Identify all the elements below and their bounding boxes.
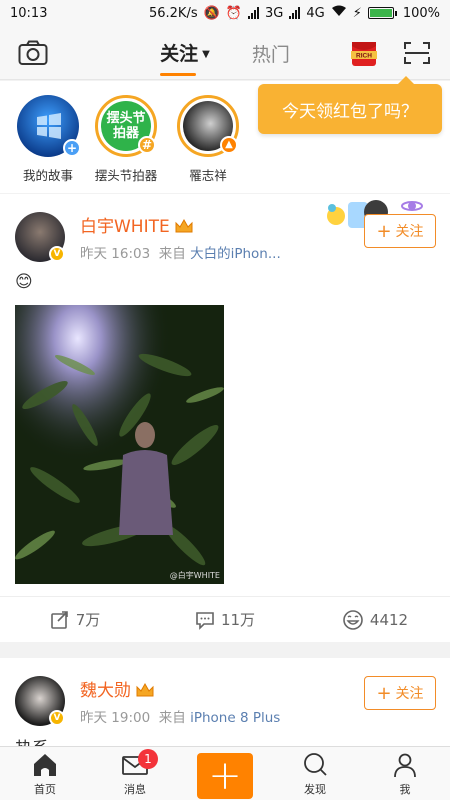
wifi-icon — [331, 5, 347, 21]
nav-discover[interactable]: 发现 — [270, 747, 360, 800]
avatar: + — [17, 95, 81, 157]
image-watermark: @白宇WHITE — [169, 571, 220, 580]
post-username[interactable]: 白宇WHITE — [80, 212, 194, 237]
profile-icon — [394, 753, 416, 778]
post-meta: 昨天 19:00 来自 iPhone 8 Plus — [80, 710, 281, 726]
avatar: 摆头节拍器 # — [95, 95, 157, 157]
plus-icon: + — [376, 682, 392, 704]
like-button[interactable]: 4412 — [300, 609, 450, 631]
bottom-nav: 首页 消息 1 + 发现 我 — [0, 746, 450, 800]
follow-button[interactable]: + 关注 — [364, 676, 436, 710]
red-envelope-tooltip[interactable]: 今天领红包了吗？ — [258, 76, 442, 134]
post-image[interactable]: @白宇WHITE — [15, 305, 224, 584]
signal-icon — [247, 7, 259, 19]
signal-icon — [289, 7, 301, 19]
message-badge: 1 — [138, 749, 158, 769]
laugh-icon — [343, 609, 363, 630]
add-story-badge: + — [63, 139, 81, 157]
post-actions: 7万 11万 4412 — [0, 596, 450, 642]
nav-messages[interactable]: 消息 1 — [90, 747, 180, 800]
repost-count: 7万 — [75, 611, 101, 629]
post-meta: 昨天 16:03 来自 大白的iPhon... — [80, 246, 281, 262]
nav-profile[interactable]: 我 — [360, 747, 450, 800]
story-my-story[interactable]: + 我的故事 — [8, 95, 88, 184]
net-3g: 3G — [264, 5, 284, 21]
plus-icon: + — [197, 752, 253, 799]
charging-icon: ⚡ — [352, 5, 362, 21]
net-speed: 56.2K/s — [148, 5, 198, 21]
story-label: 摆头节拍器 — [94, 168, 158, 183]
caret-down-icon: ▼ — [202, 48, 210, 60]
comment-count: 11万 — [220, 611, 256, 629]
search-icon — [304, 753, 327, 776]
compose-button[interactable]: + — [180, 747, 270, 800]
status-bar: 10:13 56.2K/s 🔕 ⏰ 3G 4G ⚡ 100% — [0, 0, 450, 26]
verified-badge: V — [49, 246, 65, 262]
avatar: ▲ — [177, 95, 239, 157]
battery-level: 100% — [402, 5, 440, 21]
post-username[interactable]: 魏大勋 — [80, 676, 155, 701]
topic-badge: # — [138, 136, 156, 154]
post-source[interactable]: 大白的iPhon... — [190, 246, 281, 262]
top-nav: 关注 ▼ 热门 RICH — [0, 26, 450, 80]
post-text: 😊 — [15, 272, 33, 292]
follow-button[interactable]: + 关注 — [364, 214, 436, 248]
scan-icon[interactable] — [404, 42, 430, 64]
net-4g: 4G — [306, 5, 325, 21]
mute-icon: 🔕 — [203, 5, 220, 21]
crown-icon — [136, 682, 154, 697]
hot-badge: ▲ — [220, 136, 238, 154]
repost-icon — [50, 610, 68, 629]
weibo-feed-screen: 10:13 56.2K/s 🔕 ⏰ 3G 4G ⚡ 100% 关注 ▼ 热门 R… — [0, 0, 450, 800]
status-time: 10:13 — [10, 5, 48, 21]
rich-label: RICH — [356, 53, 372, 60]
post-text: 热系 — [15, 734, 49, 746]
tab-following[interactable]: 关注 ▼ — [160, 39, 210, 76]
story-label: 罹志祥 — [189, 168, 227, 183]
post-source[interactable]: iPhone 8 Plus — [190, 710, 280, 726]
battery-icon — [367, 7, 397, 19]
story-metronome[interactable]: 摆头节拍器 # 摆头节拍器 — [86, 95, 166, 184]
post-card: V 魏大勋 昨天 19:00 来自 iPhone 8 Plus +关注 热系 — [0, 658, 450, 746]
post-card: V 白宇WHITE 昨天 16:03 来自 大白的iPhon... +关注 😊 — [0, 194, 450, 642]
nav-home[interactable]: 首页 — [0, 747, 90, 800]
comment-button[interactable]: 11万 — [150, 609, 300, 630]
verified-badge: V — [49, 710, 65, 726]
comment-icon — [196, 611, 214, 630]
home-icon — [34, 754, 56, 776]
alarm-icon: ⏰ — [225, 5, 242, 21]
red-envelope-icon[interactable]: RICH — [350, 38, 378, 68]
story-label: 我的故事 — [22, 168, 73, 183]
plus-icon: + — [376, 220, 392, 242]
like-count: 4412 — [369, 610, 409, 629]
tab-hot[interactable]: 热门 — [252, 40, 290, 67]
tab-underline — [160, 72, 196, 76]
crown-icon — [175, 218, 193, 233]
story-user[interactable]: ▲ 罹志祥 — [168, 95, 248, 184]
repost-button[interactable]: 7万 — [0, 609, 150, 630]
